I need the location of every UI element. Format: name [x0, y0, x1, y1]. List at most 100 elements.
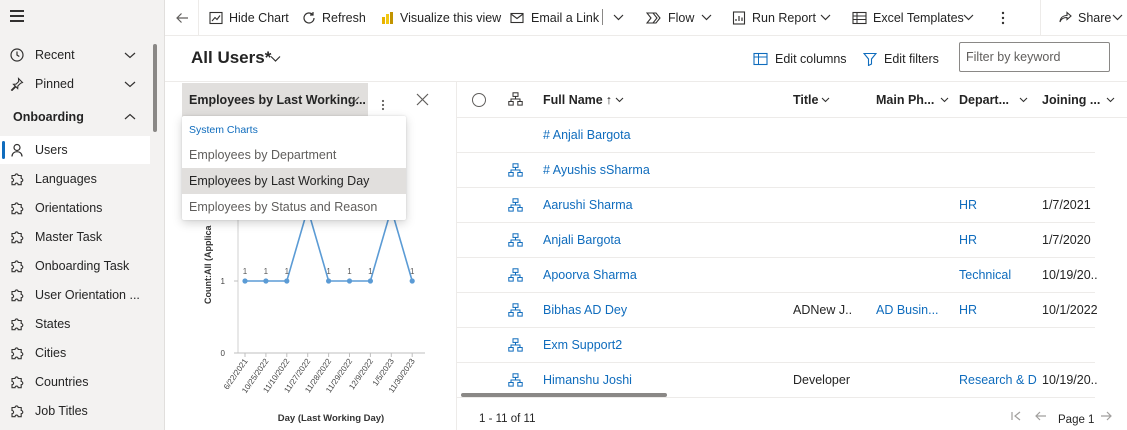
data-point[interactable]	[346, 278, 353, 284]
run-report-button[interactable]: Run Report	[732, 8, 816, 28]
filter-keyword-input[interactable]	[959, 42, 1110, 72]
sidebar-item-job-titles[interactable]: Job Titles	[0, 397, 150, 425]
email-link-label: Email a Link	[531, 11, 600, 25]
cell-department[interactable]: HR	[959, 198, 977, 212]
cell-department[interactable]: HR	[959, 233, 977, 247]
email-link-button[interactable]: Email a Link	[510, 8, 599, 28]
sidebar-scrollbar[interactable]	[153, 44, 157, 132]
column-header-joining[interactable]: Joining ...	[1042, 93, 1115, 107]
more-options-icon[interactable]	[1001, 10, 1005, 26]
table-row[interactable]: Apoorva Sharma Technical 10/19/20...	[457, 258, 1097, 293]
table-row[interactable]: Bibhas AD Dey ADNew J... AD Busin... HR 10/1…	[457, 293, 1097, 328]
column-header-department[interactable]: Depart...	[959, 93, 1028, 107]
chevron-down-icon[interactable]	[613, 13, 624, 22]
hierarchy-icon[interactable]	[508, 163, 523, 180]
sidebar-item-label: Countries	[35, 375, 89, 389]
sidebar-item-user-orientation[interactable]: User Orientation ...	[0, 281, 150, 309]
excel-templates-button[interactable]: Excel Templates	[852, 8, 964, 28]
data-point[interactable]	[242, 278, 248, 284]
column-header-main-phone[interactable]: Main Ph...	[876, 93, 949, 107]
cell-full-name[interactable]: Aarushi Sharma	[543, 198, 633, 212]
sidebar-item-onboarding-task[interactable]: Onboarding Task	[0, 252, 150, 280]
sidebar-item-orientations[interactable]: Orientations	[0, 194, 150, 222]
edit-columns-button[interactable]: Edit columns	[753, 51, 847, 67]
view-selector-title[interactable]: All Users*	[191, 48, 271, 68]
column-header-title[interactable]: Title	[793, 93, 830, 107]
data-point[interactable]	[284, 278, 290, 284]
hierarchy-icon[interactable]	[508, 338, 523, 355]
hierarchy-icon[interactable]	[508, 303, 523, 320]
cell-full-name[interactable]: Himanshu Joshi	[543, 373, 632, 387]
cell-full-name[interactable]: Anjali Bargota	[543, 233, 621, 247]
table-row[interactable]: Anjali Bargota HR 1/7/2020	[457, 223, 1095, 258]
chevron-down-icon[interactable]	[270, 55, 281, 63]
puzzle-icon	[10, 317, 24, 331]
cell-full-name[interactable]: Bibhas AD Dey	[543, 303, 627, 317]
horizontal-scrollbar[interactable]	[461, 393, 667, 397]
chevron-down-icon[interactable]	[963, 13, 974, 22]
sidebar-item-languages[interactable]: Languages	[0, 165, 150, 193]
hierarchy-icon[interactable]	[508, 373, 523, 390]
chart-option[interactable]: Employees by Status and Reason	[182, 194, 406, 220]
table-row[interactable]: Aarushi Sharma HR 1/7/2021	[457, 188, 1095, 223]
table-row[interactable]: Exm Support2	[457, 328, 1095, 363]
puzzle-icon	[10, 288, 24, 302]
chevron-down-icon[interactable]	[1112, 13, 1123, 22]
previous-page-icon[interactable]	[1034, 410, 1047, 422]
sidebar-group-onboarding[interactable]: Onboarding	[0, 103, 150, 131]
excel-templates-label: Excel Templates	[873, 11, 964, 25]
chart-option[interactable]: Employees by Department	[182, 142, 406, 168]
hierarchy-icon[interactable]	[508, 198, 523, 215]
sidebar-item-master-task[interactable]: Master Task	[0, 223, 150, 251]
hierarchy-icon[interactable]	[508, 233, 523, 250]
hide-chart-button[interactable]: Hide Chart	[209, 8, 289, 28]
data-point[interactable]	[367, 278, 373, 284]
sidebar-item-label: Job Titles	[35, 404, 88, 418]
sidebar-item-states[interactable]: States	[0, 310, 150, 338]
cell-joining-date: 1/7/2021	[1042, 198, 1091, 212]
sidebar-item-pinned[interactable]: Pinned	[0, 70, 150, 98]
data-point[interactable]	[409, 278, 415, 284]
data-point[interactable]	[326, 278, 332, 284]
table-row[interactable]: # Ayushis sSharma	[457, 153, 1095, 188]
share-button[interactable]: Share	[1058, 8, 1111, 28]
cell-full-name[interactable]: Apoorva Sharma	[543, 268, 637, 282]
next-page-icon[interactable]	[1100, 410, 1113, 422]
back-arrow-icon[interactable]	[175, 11, 189, 25]
cell-department[interactable]: Technical	[959, 268, 1011, 282]
sidebar-item-countries[interactable]: Countries	[0, 368, 150, 396]
column-header-full-name[interactable]: Full Name ↑	[543, 93, 624, 107]
data-point[interactable]	[263, 278, 269, 284]
chevron-down-icon[interactable]	[124, 49, 136, 61]
refresh-button[interactable]: Refresh	[302, 8, 366, 28]
cell-department[interactable]: Research & De	[959, 373, 1037, 387]
column-label: Main Ph...	[876, 93, 935, 107]
first-page-icon[interactable]	[1010, 410, 1022, 422]
chevron-up-icon[interactable]	[124, 111, 136, 123]
chevron-down-icon[interactable]	[820, 13, 831, 22]
cell-title: ADNew J...	[793, 303, 853, 317]
cell-main-phone[interactable]: AD Busin...	[876, 303, 939, 317]
hamburger-menu-icon[interactable]	[10, 10, 24, 24]
sidebar-item-cities[interactable]: Cities	[0, 339, 150, 367]
cell-full-name[interactable]: # Anjali Bargota	[543, 128, 631, 142]
puzzle-icon	[10, 172, 24, 186]
sidebar-item-label: Users	[35, 143, 68, 157]
edit-filters-button[interactable]: Edit filters	[863, 51, 939, 67]
hierarchy-icon[interactable]	[508, 268, 523, 285]
sidebar-item-users[interactable]: Users	[0, 136, 150, 164]
cell-full-name[interactable]: # Ayushis sSharma	[543, 163, 650, 177]
visualize-view-button[interactable]: Visualize this view	[380, 8, 501, 28]
chevron-down-icon[interactable]	[701, 13, 712, 22]
chart-option-selected[interactable]: Employees by Last Working Day	[182, 168, 406, 194]
edit-columns-icon	[753, 52, 768, 66]
cell-department[interactable]: HR	[959, 303, 977, 317]
sidebar-item-recent[interactable]: Recent	[0, 41, 150, 69]
grid-header: Full Name ↑ Title Main Ph... Depart... J…	[457, 82, 1127, 118]
flow-button[interactable]: Flow	[646, 8, 694, 28]
cell-full-name[interactable]: Exm Support2	[543, 338, 622, 352]
select-all-radio[interactable]	[472, 93, 486, 107]
puzzle-icon	[10, 259, 24, 273]
table-row[interactable]: # Anjali Bargota	[457, 118, 1095, 153]
chevron-down-icon[interactable]	[124, 78, 136, 90]
